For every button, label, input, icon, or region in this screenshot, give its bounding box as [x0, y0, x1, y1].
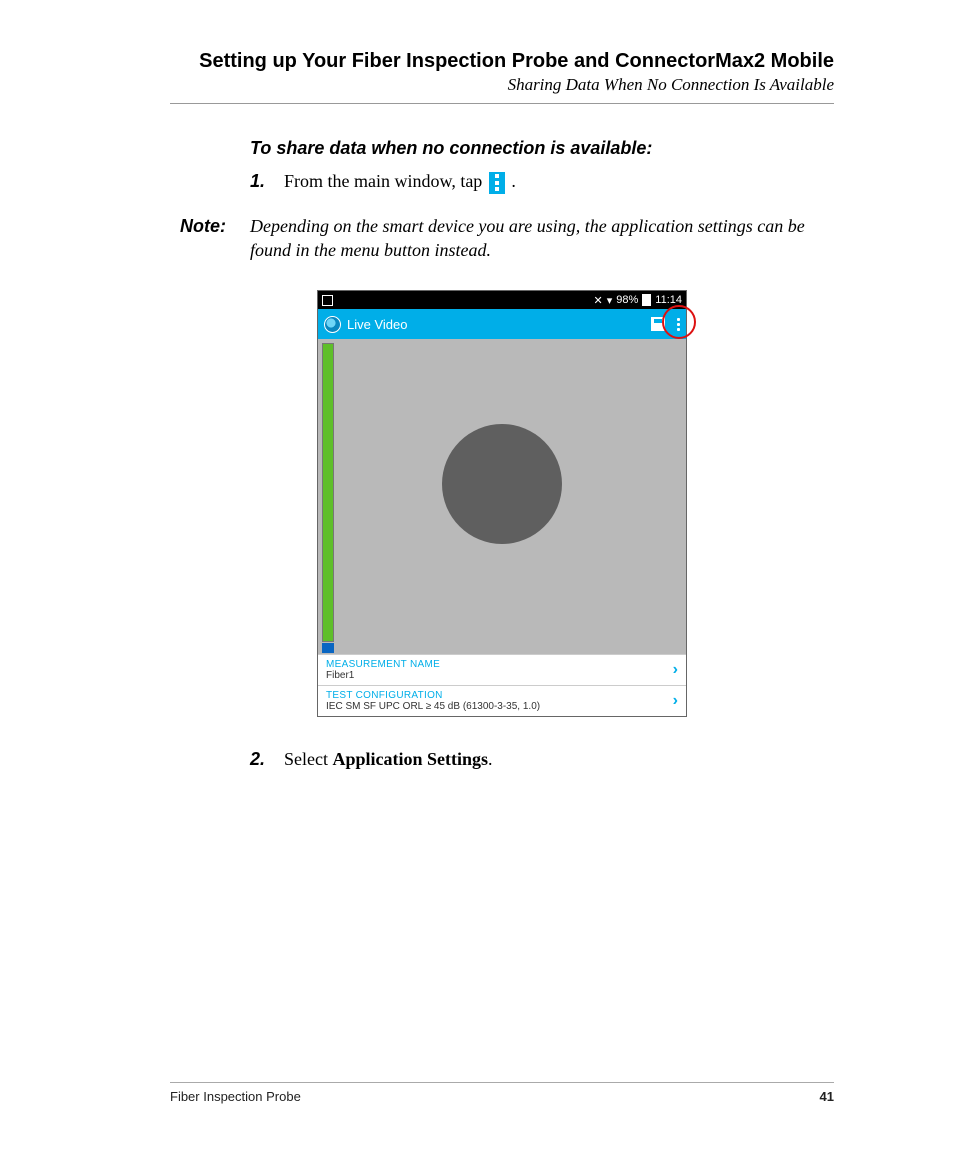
battery-percent: 98%: [616, 294, 638, 306]
step-2-text-a: Select: [284, 749, 332, 769]
step-1-text-a: From the main window, tap: [284, 171, 487, 191]
phone-screenshot: ✕ ▾ 98% 11:14 Live Video MEA: [317, 290, 687, 717]
step-2-bold: Application Settings: [332, 749, 488, 769]
live-video-view[interactable]: [318, 339, 686, 654]
chevron-right-icon: ›: [673, 692, 678, 710]
step-1-number: 1.: [250, 169, 276, 193]
chapter-title: Setting up Your Fiber Inspection Probe a…: [170, 50, 834, 73]
measurement-label: MEASUREMENT NAME: [326, 659, 440, 670]
testconfig-value: IEC SM SF UPC ORL ≥ 45 dB (61300-3-35, 1…: [326, 701, 540, 712]
appbar-title: Live Video: [347, 317, 407, 332]
note-text: Depending on the smart device you are us…: [250, 214, 834, 263]
clock: 11:14: [655, 294, 682, 306]
overflow-menu-button[interactable]: [677, 318, 680, 331]
focus-meter: [322, 343, 334, 642]
test-configuration-row[interactable]: TEST CONFIGURATION IEC SM SF UPC ORL ≥ 4…: [318, 685, 686, 716]
header-rule: [170, 103, 834, 104]
fiber-endface: [442, 424, 562, 544]
app-logo: [324, 316, 341, 333]
measurement-name-row[interactable]: MEASUREMENT NAME Fiber1 ›: [318, 654, 686, 685]
measurement-value: Fiber1: [326, 670, 440, 681]
note: Note: Depending on the smart device you …: [180, 214, 834, 263]
step-1-text-b: .: [511, 171, 516, 191]
footer-product: Fiber Inspection Probe: [170, 1089, 301, 1104]
procedure-lead: To share data when no connection is avai…: [250, 138, 834, 159]
wifi-icon: ▾: [607, 294, 613, 307]
note-label: Note:: [180, 214, 240, 263]
save-icon[interactable]: [651, 317, 665, 331]
step-2: 2. Select Application Settings.: [250, 747, 834, 771]
testconfig-label: TEST CONFIGURATION: [326, 690, 540, 701]
step-1: 1. From the main window, tap .: [250, 169, 834, 194]
page-footer: Fiber Inspection Probe 41: [170, 1082, 834, 1104]
chevron-right-icon: ›: [673, 661, 678, 679]
section-title: Sharing Data When No Connection Is Avail…: [170, 75, 834, 95]
step-2-text-b: .: [488, 749, 493, 769]
step-2-number: 2.: [250, 747, 276, 771]
mute-icon: ✕: [594, 294, 603, 307]
battery-icon: [642, 294, 651, 306]
android-statusbar: ✕ ▾ 98% 11:14: [318, 291, 686, 309]
notification-icon: [322, 295, 333, 306]
page-number: 41: [820, 1089, 834, 1104]
overflow-menu-icon: [489, 172, 505, 194]
app-bar: Live Video: [318, 309, 686, 339]
